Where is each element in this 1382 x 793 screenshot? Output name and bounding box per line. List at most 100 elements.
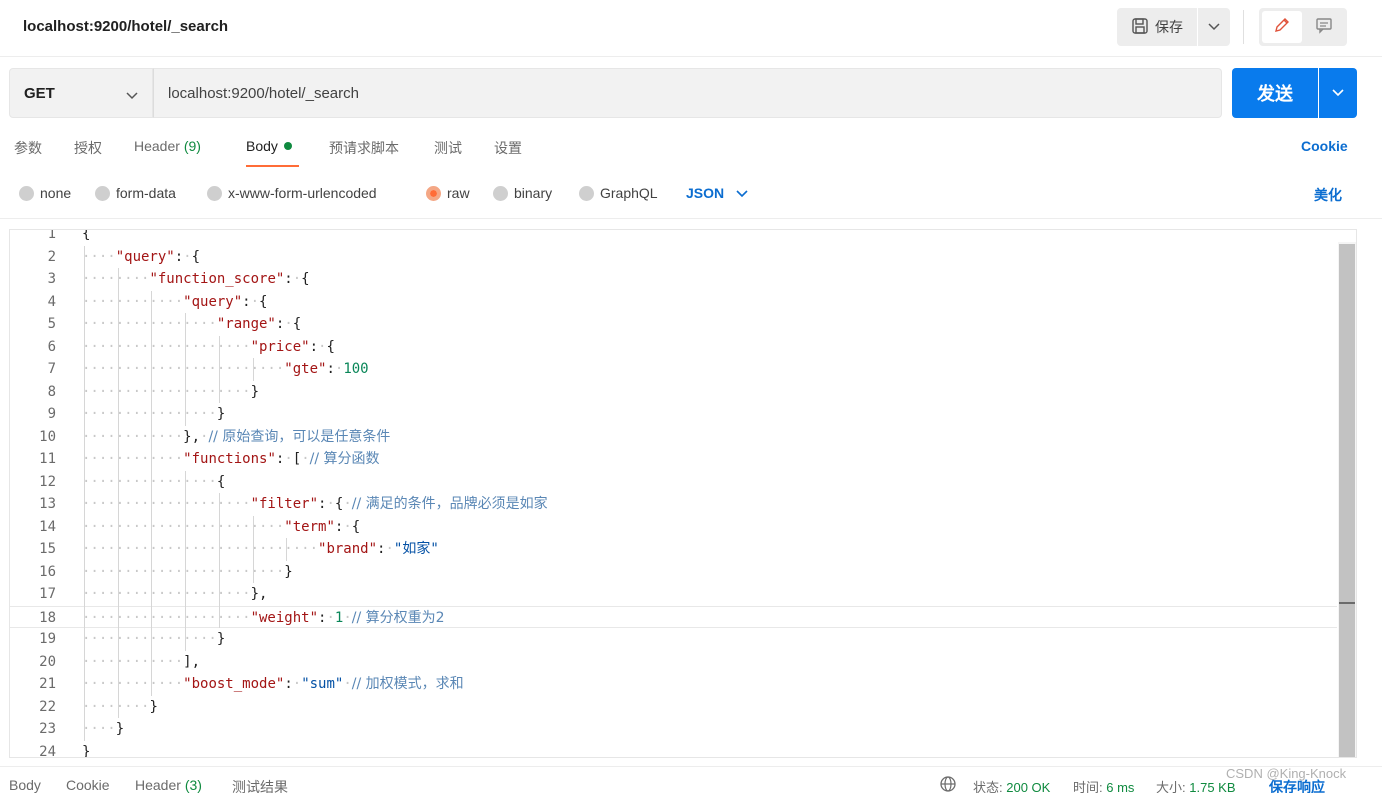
code-line[interactable]: 3 ········"function_score":·{: [10, 268, 1337, 291]
code-line[interactable]: 14 ························"term":·{: [10, 516, 1337, 539]
code-line[interactable]: 12 ················{: [10, 471, 1337, 494]
format-label: JSON: [686, 185, 725, 201]
code-line[interactable]: 20 ············],: [10, 651, 1337, 674]
line-number: 4: [47, 293, 56, 310]
code-line[interactable]: 16 ························}: [10, 561, 1337, 584]
code-text: ····························"brand":·"如家…: [82, 541, 439, 557]
top-bar: localhost:9200/hotel/_search 保存: [0, 0, 1382, 57]
method-select[interactable]: GET: [9, 68, 153, 118]
save-options-button[interactable]: [1198, 8, 1230, 46]
code-line[interactable]: 11 ············"functions":·[·// 算分函数: [10, 448, 1337, 471]
radio-urlencoded[interactable]: x-www-form-urlencoded: [207, 185, 377, 201]
code-line[interactable]: 2 ····"query":·{: [10, 246, 1337, 269]
save-label: 保存: [1155, 19, 1183, 35]
code-text: ············"functions":·[·// 算分函数: [82, 451, 380, 467]
line-number: 7: [47, 361, 56, 377]
chevron-down-icon: [1332, 84, 1344, 102]
tab-pre-request-script[interactable]: 预请求脚本: [329, 138, 399, 158]
radio-form-data-label: form-data: [116, 185, 176, 201]
line-number: 2: [47, 248, 56, 265]
send-label: 发送: [1257, 84, 1293, 104]
radio-circle: [579, 185, 594, 201]
radio-binary[interactable]: binary: [493, 185, 552, 201]
status-value: 200 OK: [1006, 780, 1051, 793]
edit-icon: [1273, 16, 1291, 39]
send-options-button[interactable]: [1319, 68, 1357, 118]
save-button[interactable]: 保存: [1117, 8, 1197, 46]
code-line[interactable]: 10 ············},·// 原始查询，可以是任意条件: [10, 426, 1337, 449]
tab-params[interactable]: 参数: [14, 138, 42, 158]
response-time: 时间: 6 ms: [1073, 777, 1134, 793]
toolbar-divider: [1243, 10, 1244, 44]
tab-settings[interactable]: 设置: [494, 138, 522, 158]
line-number: 22: [39, 698, 56, 715]
beautify-button[interactable]: 美化: [1314, 185, 1342, 205]
tab-headers-count: (9): [183, 138, 201, 154]
tab-auth[interactable]: 授权: [74, 138, 102, 158]
response-tab-headers[interactable]: Header (3): [135, 777, 202, 793]
tab-body[interactable]: Body: [246, 138, 292, 154]
response-tab-body[interactable]: Body: [9, 777, 41, 793]
editor-scrollbar-thumb[interactable]: [1339, 244, 1355, 757]
code-line[interactable]: 22 ········}: [10, 696, 1337, 719]
code-text: ········"function_score":·{: [82, 271, 310, 287]
code-line[interactable]: 1{: [10, 230, 1337, 246]
format-select[interactable]: JSON: [686, 185, 748, 201]
indent-guide: [218, 335, 220, 403]
response-tab-test-results[interactable]: 测试结果: [232, 777, 288, 793]
radio-form-data[interactable]: form-data: [95, 185, 176, 201]
indent-guide: [286, 538, 288, 561]
code-line[interactable]: 4 ············"query":·{: [10, 291, 1337, 314]
response-tab-cookie[interactable]: Cookie: [66, 777, 110, 793]
code-line[interactable]: 21 ············"boost_mode":·"sum"·// 加权模…: [10, 673, 1337, 696]
code-line[interactable]: 19 ················}: [10, 628, 1337, 651]
radio-none-label: none: [40, 185, 72, 201]
radio-none[interactable]: none: [19, 185, 71, 201]
indent-guide: [218, 493, 220, 628]
view-mode-switch: [1259, 8, 1347, 46]
indent-guide: [252, 358, 254, 381]
response-bar: Body Cookie Header (3) 测试结果 状态: 200 OK 时…: [0, 766, 1382, 793]
code-text: ····················"weight":·1·// 算分权重为…: [82, 609, 445, 626]
code-editor[interactable]: 1{2 ····"query":·{3 ········"function_scor…: [9, 229, 1357, 758]
save-icon: [1131, 17, 1149, 38]
request-tabs: 参数 授权 Header (9) Body 预请求脚本 测试 设置 Cookie: [0, 130, 1382, 170]
url-input[interactable]: [153, 68, 1222, 118]
request-tab-title[interactable]: localhost:9200/hotel/_search: [23, 18, 228, 35]
code-line[interactable]: 9 ················}: [10, 403, 1337, 426]
tab-headers[interactable]: Header (9): [134, 138, 201, 154]
code-text: }: [82, 743, 91, 758]
code-line[interactable]: 24}: [10, 741, 1337, 758]
code-text: ····}: [82, 721, 125, 737]
line-number: 20: [39, 653, 56, 670]
code-line[interactable]: 7 ························"gte":·100: [10, 358, 1337, 381]
line-number: 13: [39, 496, 56, 512]
radio-raw[interactable]: raw: [426, 185, 470, 201]
code-line[interactable]: 5 ················"range":·{: [10, 313, 1337, 336]
edit-mode-button[interactable]: [1262, 11, 1302, 43]
code-line[interactable]: 15 ····························"brand":·"…: [10, 538, 1337, 561]
radio-binary-label: binary: [514, 185, 553, 201]
code-line[interactable]: 23 ····}: [10, 718, 1337, 741]
code-line[interactable]: 17 ····················},: [10, 583, 1337, 606]
radio-urlencoded-label: x-www-form-urlencoded: [228, 185, 377, 201]
tab-tests[interactable]: 测试: [434, 138, 462, 158]
code-line[interactable]: 18 ····················"weight":·1·// 算分权…: [10, 605, 1337, 628]
code-line[interactable]: 8 ····················}: [10, 381, 1337, 404]
line-number: 24: [39, 743, 56, 758]
body-indicator-dot: [283, 142, 292, 150]
save-response-label: 保存响应: [1269, 779, 1325, 793]
code-line[interactable]: 13 ····················"filter":·{·// 满足的…: [10, 493, 1337, 516]
tab-body-label: Body: [246, 138, 278, 154]
line-number: 8: [47, 383, 56, 400]
cookie-link[interactable]: Cookie: [1301, 138, 1348, 154]
indent-guide: [185, 470, 187, 651]
globe-icon[interactable]: [939, 775, 957, 793]
comment-mode-button[interactable]: [1304, 11, 1344, 43]
send-button[interactable]: 发送: [1232, 68, 1318, 118]
line-number: 11: [39, 451, 56, 467]
line-number: 10: [39, 428, 56, 445]
radio-graphql[interactable]: GraphQL: [579, 185, 658, 201]
code-line[interactable]: 6 ····················"price":·{: [10, 336, 1337, 359]
comment-icon: [1315, 16, 1333, 39]
